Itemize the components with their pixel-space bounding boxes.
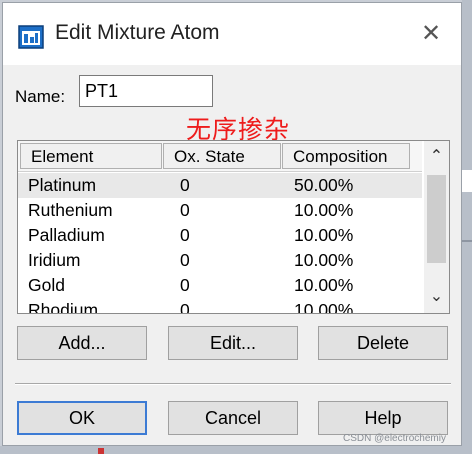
cell-composition: 10.00% — [294, 200, 354, 220]
cell-ox-state: 0 — [180, 200, 190, 220]
cell-composition: 50.00% — [294, 175, 354, 195]
cell-ox-state: 0 — [180, 225, 190, 245]
cell-element: Rhodium — [28, 300, 99, 314]
cell-ox-state: 0 — [180, 300, 190, 314]
name-label: Name: — [15, 87, 66, 106]
list-row[interactable]: Platinum 0 50.00% — [18, 173, 422, 198]
scroll-up-icon[interactable]: ⌃ — [424, 143, 449, 171]
cell-element: Palladium — [28, 225, 105, 245]
list-vertical-scrollbar[interactable]: ⌃ ⌄ — [424, 141, 449, 313]
title-bar[interactable]: Edit Mixture Atom ✕ — [3, 3, 461, 65]
cell-element: Gold — [28, 275, 65, 295]
scroll-thumb[interactable] — [427, 175, 446, 263]
background-line — [462, 240, 472, 242]
add-button[interactable]: Add... — [17, 326, 147, 360]
cell-composition: 10.00% — [294, 250, 354, 270]
column-header-ox-state[interactable]: Ox. State — [163, 143, 281, 169]
cell-element: Ruthenium — [28, 200, 113, 220]
scroll-down-icon[interactable]: ⌄ — [424, 283, 449, 311]
cell-composition: 10.00% — [294, 300, 354, 314]
cell-composition: 10.00% — [294, 225, 354, 245]
window-title: Edit Mixture Atom — [55, 21, 220, 44]
background-window-bottom — [0, 446, 472, 454]
close-icon[interactable]: ✕ — [421, 19, 441, 49]
cell-ox-state: 0 — [180, 275, 190, 295]
window-app-icon — [18, 25, 44, 49]
list-row[interactable]: Iridium 0 10.00% — [18, 248, 422, 273]
list-row[interactable]: Rhodium 0 10.00% — [18, 298, 422, 314]
list-row[interactable]: Ruthenium 0 10.00% — [18, 198, 422, 223]
cell-ox-state: 0 — [180, 250, 190, 270]
cell-element: Platinum — [28, 175, 97, 195]
edit-button[interactable]: Edit... — [168, 326, 298, 360]
background-stripe — [462, 170, 472, 192]
watermark-text: CSDN @electrochemiy — [343, 433, 446, 444]
edit-mixture-atom-dialog: Edit Mixture Atom ✕ Name: 无序掺杂 Element O… — [2, 2, 462, 446]
cancel-button[interactable]: Cancel — [168, 401, 298, 435]
cell-composition: 10.00% — [294, 275, 354, 295]
list-rows: Platinum 0 50.00% Ruthenium 0 10.00% Pal… — [18, 173, 422, 314]
background-mark — [98, 448, 104, 454]
cell-element: Iridium — [28, 250, 81, 270]
background-window-edge — [462, 0, 472, 454]
list-row[interactable]: Gold 0 10.00% — [18, 273, 422, 298]
list-header: Element Ox. State Composition — [18, 141, 422, 172]
column-header-composition[interactable]: Composition — [282, 143, 410, 169]
separator-line — [15, 383, 451, 385]
mixture-element-list[interactable]: Element Ox. State Composition Platinum 0… — [17, 140, 450, 314]
delete-button[interactable]: Delete — [318, 326, 448, 360]
column-header-element[interactable]: Element — [20, 143, 162, 169]
list-row[interactable]: Palladium 0 10.00% — [18, 223, 422, 248]
cell-ox-state: 0 — [180, 175, 190, 195]
ok-button[interactable]: OK — [17, 401, 147, 435]
name-input[interactable] — [79, 75, 213, 107]
help-button[interactable]: Help — [318, 401, 448, 435]
